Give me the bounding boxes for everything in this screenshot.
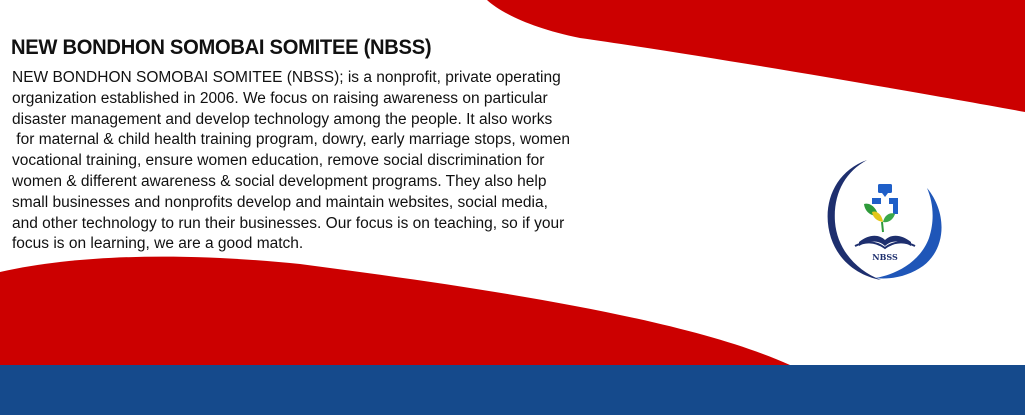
bottom-blue-band	[0, 365, 1025, 415]
page-title: NEW BONDHON SOMOBAI SOMITEE (NBSS)	[11, 36, 432, 59]
description-line: disaster management and develop technolo…	[12, 110, 553, 128]
description-line: and other technology to run their busine…	[12, 214, 565, 232]
leaf-icon	[864, 203, 895, 233]
description-line: women & different awareness & social dev…	[12, 172, 547, 190]
description-line: focus is on learning, we are a good matc…	[12, 235, 304, 253]
nbss-logo: NBSS	[827, 160, 942, 280]
description-line: for maternal & child health training pro…	[12, 131, 570, 149]
book-icon	[854, 235, 916, 250]
logo-text: NBSS	[872, 252, 898, 262]
logo-left-arc	[827, 160, 881, 280]
description-line: NEW BONDHON SOMOBAI SOMITEE (NBSS); is a…	[12, 69, 561, 86]
figure-icon	[872, 184, 898, 214]
logo-right-arc	[875, 188, 942, 279]
nbss-banner: NEW BONDHON SOMOBAI SOMITEE (NBSS) NEW B…	[0, 0, 1025, 415]
description-line: vocational training, ensure women educat…	[12, 152, 545, 170]
description-paragraph: NEW BONDHON SOMOBAI SOMITEE (NBSS); is a…	[12, 68, 652, 255]
description-line: organization established in 2006. We foc…	[12, 89, 548, 107]
bottom-red-wave	[0, 256, 790, 365]
description-line: small businesses and nonprofits develop …	[12, 193, 548, 211]
